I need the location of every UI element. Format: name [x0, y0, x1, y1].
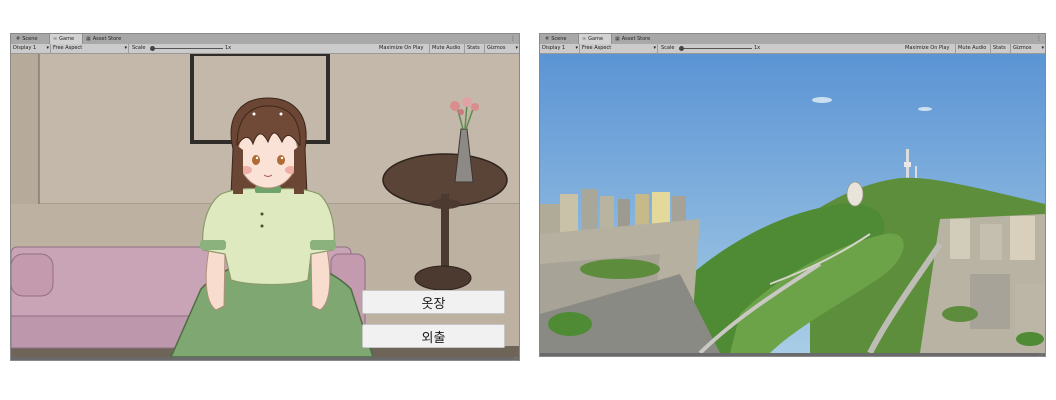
wardrobe-button[interactable]: 옷장 — [362, 290, 505, 314]
city-landscape — [540, 54, 1045, 353]
game-toolbar: Display 1 Free Aspect Scale 1x Maximize … — [540, 44, 1045, 54]
right-city-buildings — [920, 214, 1045, 353]
mute-audio-toggle[interactable]: Mute Audio — [956, 44, 991, 53]
scale-slider-handle[interactable] — [150, 46, 155, 51]
status-bar: ⋰ — [11, 356, 519, 361]
tab-asset-store[interactable]: ▦ Asset Store — [83, 34, 133, 44]
mute-audio-toggle[interactable]: Mute Audio — [430, 44, 465, 53]
aspect-dropdown[interactable]: Free Aspect — [580, 44, 658, 53]
resize-grip-icon: ⋰ — [1039, 352, 1043, 357]
game-view-city[interactable] — [540, 54, 1045, 353]
kebab-menu-icon[interactable]: ⋮ — [1036, 34, 1042, 44]
maximize-on-play-toggle[interactable]: Maximize On Play — [377, 44, 430, 53]
maximize-on-play-toggle[interactable]: Maximize On Play — [903, 44, 956, 53]
status-bar: ⋰ — [540, 352, 1045, 357]
gamepad-icon: ∞ — [53, 36, 58, 42]
kebab-menu-icon[interactable]: ⋮ — [510, 34, 516, 44]
gizmos-dropdown[interactable]: Gizmos — [485, 44, 519, 53]
tab-scene[interactable]: # Scene — [542, 34, 578, 44]
scale-value: 1x — [754, 45, 761, 51]
display-dropdown[interactable]: Display 1 — [540, 44, 580, 53]
grid-icon: # — [16, 36, 21, 42]
scale-label: Scale — [132, 45, 146, 51]
gizmos-dropdown[interactable]: Gizmos — [1011, 44, 1045, 53]
scale-value: 1x — [225, 45, 232, 51]
game-window-left: #Scene ∞Game ▦Asset Store ⋮ Display 1 Fr… — [10, 33, 520, 361]
scale-slider[interactable] — [680, 48, 752, 49]
store-icon: ▦ — [615, 36, 620, 42]
gamepad-icon: ∞ — [582, 36, 587, 42]
game-toolbar: Display 1 Free Aspect Scale 1x Maximize … — [11, 44, 519, 54]
game-window-right: #Scene ∞Game ▦Asset Store ⋮ Display 1 Fr… — [539, 33, 1046, 357]
tab-game[interactable]: ∞ Game — [49, 34, 83, 44]
display-dropdown[interactable]: Display 1 — [11, 44, 51, 53]
store-icon: ▦ — [86, 36, 91, 42]
stats-toggle[interactable]: Stats — [465, 44, 485, 53]
stats-toggle[interactable]: Stats — [991, 44, 1011, 53]
tab-asset-store[interactable]: ▦ Asset Store — [612, 34, 662, 44]
aspect-dropdown[interactable]: Free Aspect — [51, 44, 129, 53]
go-out-button[interactable]: 외출 — [362, 324, 505, 348]
scale-slider-handle[interactable] — [679, 46, 684, 51]
scale-label: Scale — [661, 45, 675, 51]
resize-grip-icon: ⋰ — [513, 356, 517, 361]
tab-scene[interactable]: # Scene — [13, 34, 49, 44]
tab-game[interactable]: ∞ Game — [578, 34, 612, 44]
scale-slider[interactable] — [151, 48, 223, 49]
game-view-room[interactable]: 옷장 외출 — [11, 54, 519, 357]
grid-icon: # — [545, 36, 550, 42]
